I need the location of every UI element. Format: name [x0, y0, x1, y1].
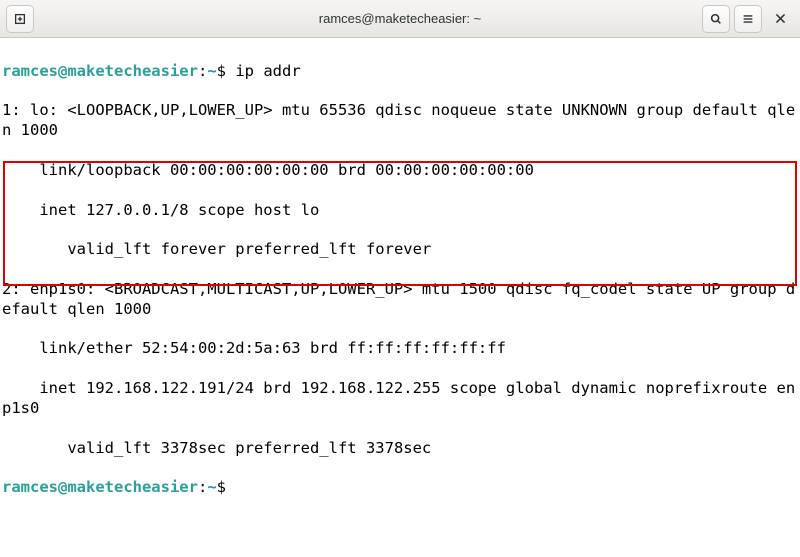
search-button[interactable] — [702, 5, 730, 33]
new-tab-icon — [13, 12, 27, 26]
prompt-line-1: ramces@maketecheasier:~$ ip addr — [2, 62, 798, 82]
prompt-dollar: $ — [217, 478, 226, 496]
output-line: 2: enp1s0: <BROADCAST,MULTICAST,UP,LOWER… — [2, 280, 798, 320]
titlebar-left-group — [6, 5, 34, 33]
output-line: inet 192.168.122.191/24 brd 192.168.122.… — [2, 379, 798, 419]
output-line: link/ether 52:54:00:2d:5a:63 brd ff:ff:f… — [2, 339, 798, 359]
prompt-dollar: $ — [217, 62, 226, 80]
output-line: inet 127.0.0.1/8 scope host lo — [2, 201, 798, 221]
prompt-sep: : — [198, 62, 207, 80]
terminal-body[interactable]: ramces@maketecheasier:~$ ip addr 1: lo: … — [0, 38, 800, 557]
new-tab-button[interactable] — [6, 5, 34, 33]
titlebar-right-group — [702, 5, 794, 33]
prompt-path: ~ — [207, 62, 216, 80]
prompt-userhost: ramces@maketecheasier — [2, 62, 198, 80]
prompt-sep: : — [198, 478, 207, 496]
output-line: 1: lo: <LOOPBACK,UP,LOWER_UP> mtu 65536 … — [2, 101, 798, 141]
output-line: valid_lft forever preferred_lft forever — [2, 240, 798, 260]
prompt-path: ~ — [207, 478, 216, 496]
search-icon — [709, 12, 723, 26]
output-line: valid_lft 3378sec preferred_lft 3378sec — [2, 439, 798, 459]
window-titlebar: ramces@maketecheasier: ~ — [0, 0, 800, 38]
close-icon — [774, 12, 787, 25]
prompt-line-2: ramces@maketecheasier:~$ — [2, 478, 798, 498]
menu-button[interactable] — [734, 5, 762, 33]
window-title: ramces@maketecheasier: ~ — [319, 11, 481, 26]
close-button[interactable] — [766, 5, 794, 33]
prompt-userhost: ramces@maketecheasier — [2, 478, 198, 496]
hamburger-icon — [741, 12, 755, 26]
output-line: link/loopback 00:00:00:00:00:00 brd 00:0… — [2, 161, 798, 181]
command-text: ip addr — [235, 62, 300, 80]
